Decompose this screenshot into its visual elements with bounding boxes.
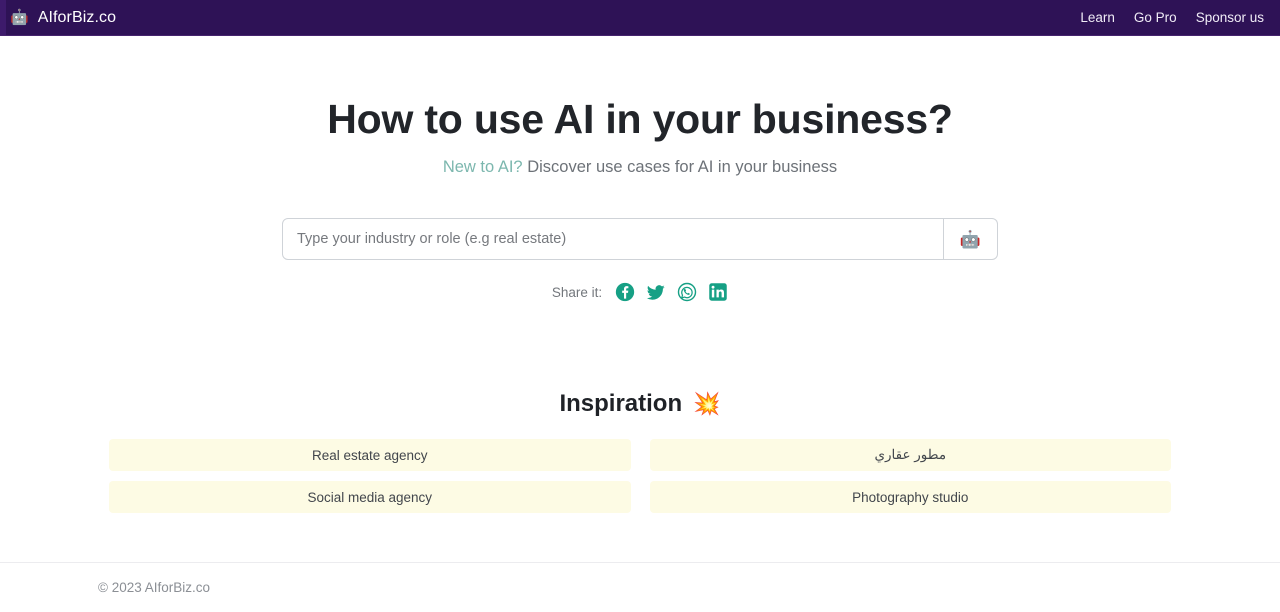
search-bar: 🤖 xyxy=(282,218,998,261)
nav-link-sponsor-us[interactable]: Sponsor us xyxy=(1196,10,1264,25)
nav-link-learn[interactable]: Learn xyxy=(1080,10,1115,25)
inspiration-card[interactable]: Photography studio xyxy=(649,481,1171,514)
page-footer: © 2023 AIforBiz.co xyxy=(0,562,1280,612)
subtitle-accent-text: New to AI? xyxy=(442,158,523,177)
facebook-share-icon[interactable] xyxy=(615,282,635,302)
page-subtitle: New to AI? Discover use cases for AI in … xyxy=(0,158,1280,177)
page-body: How to use AI in your business? New to A… xyxy=(0,36,1280,612)
inspiration-card-grid: Real estate agency مطور عقاري Social med… xyxy=(109,439,1171,514)
inspiration-card[interactable]: Real estate agency xyxy=(109,439,631,472)
linkedin-share-icon[interactable] xyxy=(708,282,728,302)
robot-icon: 🤖 xyxy=(10,9,29,26)
nav-links: Learn Go Pro Sponsor us xyxy=(1080,10,1264,25)
brand-home-link[interactable]: 🤖 AIforBiz.co xyxy=(10,9,116,27)
collision-emoji-icon: 💥 xyxy=(693,391,721,417)
twitter-share-icon[interactable] xyxy=(646,282,666,302)
nav-link-go-pro[interactable]: Go Pro xyxy=(1134,10,1177,25)
brand-name: AIforBiz.co xyxy=(37,8,117,26)
inspiration-heading: Inspiration 💥 xyxy=(0,390,1280,418)
hero-section: How to use AI in your business? New to A… xyxy=(0,36,1280,177)
top-navigation-bar: 🤖 AIforBiz.co Learn Go Pro Sponsor us xyxy=(0,0,1280,36)
share-row: Share it: xyxy=(0,282,1280,302)
search-input[interactable] xyxy=(282,218,944,261)
inspiration-card[interactable]: مطور عقاري xyxy=(649,439,1171,472)
search-submit-button[interactable]: 🤖 xyxy=(944,218,998,261)
inspiration-card[interactable]: Social media agency xyxy=(109,481,631,514)
page-title: How to use AI in your business? xyxy=(327,96,953,142)
whatsapp-share-icon[interactable] xyxy=(677,282,697,302)
copyright-text: © 2023 AIforBiz.co xyxy=(98,580,211,595)
subtitle-rest-text: Discover use cases for AI in your busine… xyxy=(522,158,838,177)
share-label: Share it: xyxy=(551,284,603,300)
robot-icon: 🤖 xyxy=(959,229,982,249)
inspiration-heading-text: Inspiration xyxy=(559,390,683,418)
